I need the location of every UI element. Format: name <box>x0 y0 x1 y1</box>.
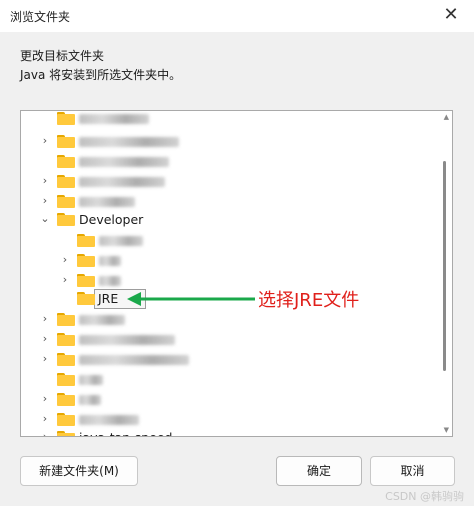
redacted-label <box>99 236 143 246</box>
redacted-label <box>79 197 135 207</box>
folder-icon <box>57 353 75 366</box>
folder-icon <box>57 195 75 208</box>
chevron-right-icon[interactable]: › <box>39 194 51 208</box>
dialog-heading: 更改目标文件夹 <box>20 49 105 63</box>
redacted-label <box>79 114 149 124</box>
scroll-up-icon[interactable]: ▲ <box>444 113 449 121</box>
redacted-label <box>79 335 175 345</box>
tree-row[interactable]: › <box>21 310 441 330</box>
chevron-right-icon[interactable]: › <box>39 392 51 406</box>
folder-icon <box>57 213 75 226</box>
window-title: 浏览文件夹 <box>10 10 71 24</box>
folder-icon <box>57 373 75 386</box>
folder-icon <box>57 313 75 326</box>
chevron-right-icon[interactable]: › <box>39 174 51 188</box>
folder-icon <box>57 431 75 436</box>
redacted-label <box>99 276 121 286</box>
cancel-button[interactable]: 取消 <box>370 456 455 486</box>
developer-label: Developer <box>79 212 144 227</box>
redacted-label <box>79 375 103 385</box>
jre-label: JRE <box>98 291 119 306</box>
tree-row[interactable]: › <box>21 251 441 271</box>
annotation-text: 选择JRE文件 <box>258 290 360 311</box>
chevron-right-icon[interactable]: › <box>39 134 51 148</box>
title-bar: 浏览文件夹 ✕ <box>0 0 474 32</box>
redacted-label <box>99 256 121 266</box>
chevron-right-icon[interactable]: › <box>39 412 51 426</box>
folder-icon <box>57 175 75 188</box>
folder-icon <box>57 333 75 346</box>
tree-row[interactable]: › <box>21 410 441 430</box>
new-folder-button[interactable]: 新建文件夹(M) <box>20 456 138 486</box>
scroll-down-icon[interactable]: ▼ <box>444 426 449 434</box>
tree-row[interactable]: › <box>21 172 441 192</box>
folder-icon <box>57 393 75 406</box>
tree-row-developer[interactable]: ⌄ Developer <box>21 210 441 230</box>
chevron-down-icon[interactable]: ⌄ <box>39 212 51 226</box>
tree-row[interactable]: › <box>21 350 441 370</box>
chevron-right-icon[interactable]: › <box>59 273 71 287</box>
tree-row[interactable] <box>21 152 441 172</box>
chevron-right-icon[interactable]: › <box>59 253 71 267</box>
folder-icon <box>77 254 95 267</box>
folder-tree[interactable]: › › › ⌄ Developer › › JRE › › › › › › ▲ … <box>20 110 453 437</box>
tree-row[interactable] <box>21 370 441 390</box>
tree-row[interactable]: › <box>21 271 441 291</box>
tree-row[interactable]: › <box>21 132 441 152</box>
tree-row[interactable]: › <box>21 192 441 212</box>
redacted-label <box>79 415 139 425</box>
chevron-right-icon[interactable]: › <box>39 312 51 326</box>
redacted-label <box>79 355 189 365</box>
chevron-right-icon[interactable]: › <box>39 352 51 366</box>
folder-icon <box>57 413 75 426</box>
close-icon[interactable]: ✕ <box>440 4 462 26</box>
dialog-description: Java 将安装到所选文件夹中。 <box>20 68 182 82</box>
folder-icon <box>77 274 95 287</box>
watermark: CSDN @韩驹驹 <box>385 490 464 503</box>
scrollbar-thumb[interactable] <box>443 161 446 371</box>
tree-row[interactable]: › <box>21 390 441 410</box>
tree-row[interactable]: › <box>21 330 441 350</box>
redacted-label <box>79 157 169 167</box>
tree-row[interactable] <box>21 231 441 251</box>
folder-icon <box>77 292 95 305</box>
redacted-label <box>79 137 179 147</box>
chevron-right-icon[interactable]: › <box>39 430 51 436</box>
chevron-right-icon[interactable]: › <box>39 332 51 346</box>
folder-icon <box>57 135 75 148</box>
folder-icon <box>77 234 95 247</box>
partial-folder-label: java-tan-speed <box>79 430 172 436</box>
redacted-label <box>79 315 125 325</box>
folder-icon <box>57 155 75 168</box>
annotation-arrow-icon <box>127 292 255 306</box>
tree-row[interactable] <box>21 111 441 129</box>
tree-row[interactable]: › java-tan-speed <box>21 428 441 436</box>
ok-button[interactable]: 确定 <box>276 456 362 486</box>
redacted-label <box>79 177 165 187</box>
folder-icon <box>57 112 75 125</box>
redacted-label <box>79 395 101 405</box>
